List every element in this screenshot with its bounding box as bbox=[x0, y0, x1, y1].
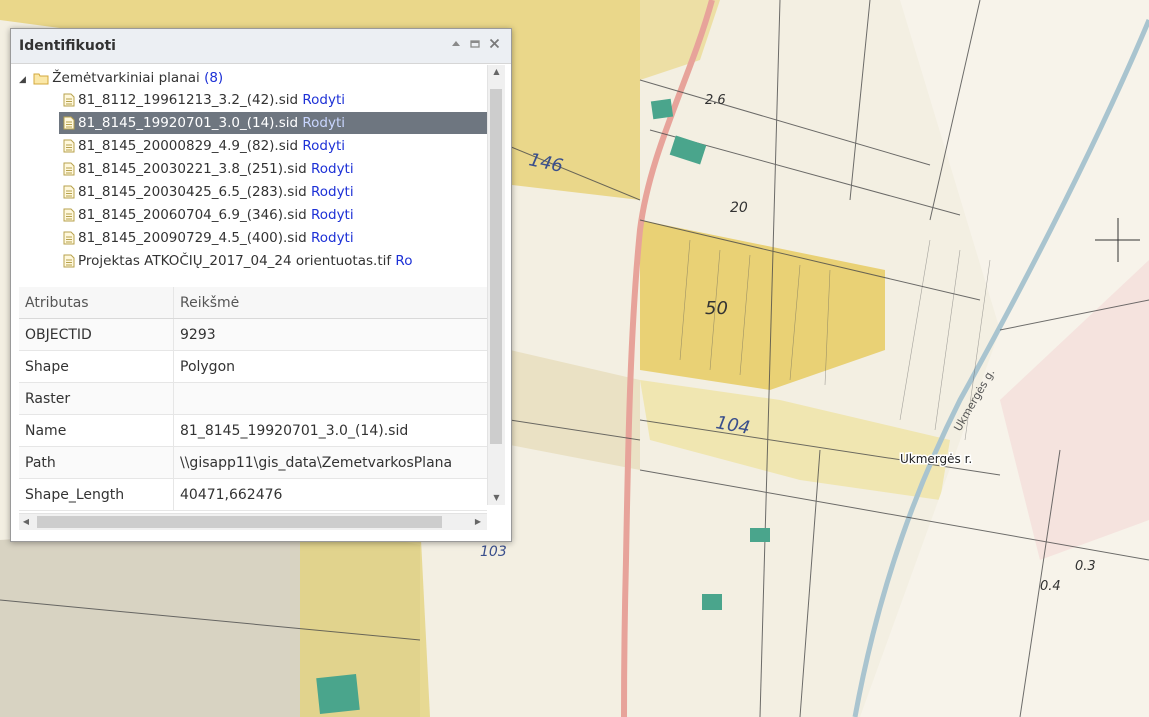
attribute-value: Polygon bbox=[173, 350, 487, 383]
panel-title: Identifikuoti bbox=[19, 38, 116, 54]
file-icon bbox=[63, 231, 75, 245]
tree-item-name: 81_8145_20000829_4.9_(82).sid bbox=[78, 138, 299, 154]
map-label-103: 103 bbox=[480, 544, 507, 560]
scroll-right-icon[interactable]: ▶ bbox=[471, 515, 485, 529]
attribute-key: Path bbox=[19, 446, 174, 479]
map-place-label: Ukmergės r. bbox=[900, 452, 972, 466]
tree-item-name: Projektas ATKOČIŲ_2017_04_24 orientuotas… bbox=[78, 253, 392, 269]
show-link[interactable]: Rodyti bbox=[302, 138, 345, 154]
vertical-scrollbar[interactable]: ▲ ▼ bbox=[487, 65, 505, 505]
attribute-key: Shape bbox=[19, 350, 174, 383]
attribute-value: 9293 bbox=[173, 318, 487, 351]
show-link[interactable]: Rodyti bbox=[302, 115, 345, 131]
file-icon bbox=[63, 254, 75, 268]
result-tree: ◢ Žemėtvarkiniai planai (8) 81_8112_1996… bbox=[19, 65, 487, 302]
attribute-key: Name bbox=[19, 414, 174, 447]
scroll-up-icon[interactable]: ▲ bbox=[488, 65, 505, 79]
attribute-value bbox=[173, 382, 487, 415]
tree-item-name: 81_8112_19961213_3.2_(42).sid bbox=[78, 92, 299, 108]
table-row: Path \\gisapp11\gis_data\ZemetvarkosPlan… bbox=[19, 446, 487, 479]
show-link[interactable]: Rodyti bbox=[302, 92, 345, 108]
table-row: Raster bbox=[19, 382, 487, 415]
show-link[interactable]: Ro bbox=[395, 253, 412, 269]
tree-item-name: 81_8145_20030425_6.5_(283).sid bbox=[78, 184, 307, 200]
scrollbar-thumb[interactable] bbox=[37, 516, 442, 528]
horizontal-scrollbar[interactable]: ◀ ▶ bbox=[19, 513, 487, 530]
table-row: OBJECTID 9293 bbox=[19, 318, 487, 351]
show-link[interactable]: Rodyti bbox=[311, 230, 354, 246]
file-icon bbox=[63, 185, 75, 199]
attribute-key: Raster bbox=[19, 382, 174, 415]
table-row: Name 81_8145_19920701_3.0_(14).sid bbox=[19, 414, 487, 447]
map-label-03: 0.3 bbox=[1075, 559, 1096, 574]
tree-item[interactable]: Projektas ATKOČIŲ_2017_04_24 orientuotas… bbox=[63, 250, 412, 272]
table-header-row: Atributas Reikšmė bbox=[19, 287, 487, 319]
attribute-value: 81_8145_19920701_3.0_(14).sid bbox=[173, 414, 487, 447]
map-label-04: 0.4 bbox=[1040, 579, 1061, 594]
attribute-key: Shape_Length bbox=[19, 478, 174, 511]
column-header-attribute: Atributas bbox=[19, 287, 174, 319]
tree-item[interactable]: 81_8145_20090729_4.5_(400).sid Rodyti bbox=[63, 227, 354, 249]
tree-item[interactable]: 81_8145_20000829_4.9_(82).sid Rodyti bbox=[63, 135, 345, 157]
scrollbar-thumb[interactable] bbox=[490, 89, 502, 444]
minimize-icon[interactable] bbox=[449, 38, 463, 52]
identify-panel: Identifikuoti ◢ Žemėtvarkiniai planai (8… bbox=[10, 28, 512, 542]
map-label-50: 50 bbox=[705, 298, 728, 319]
file-icon bbox=[63, 208, 75, 222]
close-icon[interactable] bbox=[487, 38, 501, 52]
attribute-value: 40471,662476 bbox=[173, 478, 487, 511]
tree-item[interactable]: 81_8145_20030221_3.8_(251).sid Rodyti bbox=[63, 158, 354, 180]
scroll-left-icon[interactable]: ◀ bbox=[19, 515, 33, 529]
show-link[interactable]: Rodyti bbox=[311, 161, 354, 177]
file-icon bbox=[63, 139, 75, 153]
table-row: Shape Polygon bbox=[19, 350, 487, 383]
tree-group-label: Žemėtvarkiniai planai bbox=[52, 70, 200, 86]
tree-item[interactable]: 81_8145_20030425_6.5_(283).sid Rodyti bbox=[63, 181, 354, 203]
show-link[interactable]: Rodyti bbox=[311, 207, 354, 223]
attribute-value: \\gisapp11\gis_data\ZemetvarkosPlana bbox=[173, 446, 487, 479]
attribute-table: Atributas Reikšmė OBJECTID 9293 Shape Po… bbox=[19, 287, 487, 511]
attribute-key: OBJECTID bbox=[19, 318, 174, 351]
tree-item-name: 81_8145_20030221_3.8_(251).sid bbox=[78, 161, 307, 177]
tree-item-selected[interactable]: 81_8145_19920701_3.0_(14).sid Rodyti bbox=[59, 112, 487, 134]
show-link[interactable]: Rodyti bbox=[311, 184, 354, 200]
map-label-26: 2.6 bbox=[705, 93, 726, 108]
tree-group-count: (8) bbox=[204, 70, 224, 86]
collapse-arrow-icon[interactable]: ◢ bbox=[19, 69, 29, 91]
tree-item-name: 81_8145_19920701_3.0_(14).sid bbox=[78, 115, 299, 131]
tree-item[interactable]: 81_8145_20060704_6.9_(346).sid Rodyti bbox=[63, 204, 354, 226]
tree-item[interactable]: 81_8112_19961213_3.2_(42).sid Rodyti bbox=[63, 89, 345, 111]
column-header-value: Reikšmė bbox=[173, 287, 487, 319]
panel-header[interactable]: Identifikuoti bbox=[11, 29, 511, 64]
file-icon bbox=[63, 93, 75, 107]
file-icon bbox=[63, 162, 75, 176]
table-row: Shape_Length 40471,662476 bbox=[19, 478, 487, 511]
tree-group[interactable]: ◢ Žemėtvarkiniai planai (8) bbox=[19, 67, 223, 89]
maximize-icon[interactable] bbox=[468, 38, 482, 52]
file-icon bbox=[63, 116, 75, 130]
tree-item-name: 81_8145_20060704_6.9_(346).sid bbox=[78, 207, 307, 223]
tree-item-name: 81_8145_20090729_4.5_(400).sid bbox=[78, 230, 307, 246]
scroll-down-icon[interactable]: ▼ bbox=[488, 491, 505, 505]
folder-icon bbox=[33, 73, 49, 84]
map-label-20: 20 bbox=[730, 200, 748, 216]
